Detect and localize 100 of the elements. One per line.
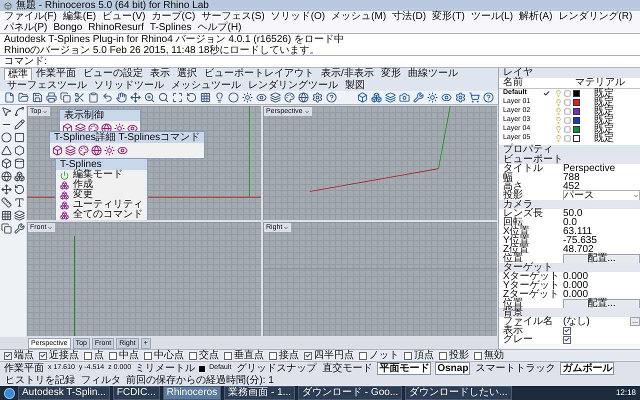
osnap-label[interactable]: 無効	[484, 350, 504, 361]
toolbar-tab[interactable]: 変形	[378, 68, 404, 80]
status-toggle[interactable]: 平面モード	[377, 362, 432, 375]
menu-item[interactable]: ツール(L)	[470, 11, 514, 22]
settings-icon[interactable]	[455, 92, 466, 103]
toolbar-tab[interactable]: 表示	[147, 68, 173, 80]
status-toggle[interactable]: 直交モード	[321, 363, 374, 374]
place-button[interactable]: 配置...	[563, 298, 640, 308]
panel-menu-item[interactable]: ユーティリティ	[73, 200, 143, 210]
maximize-icon[interactable]	[172, 92, 183, 103]
layers-icon[interactable]	[14, 210, 25, 221]
projection-dropdown[interactable]: パース	[563, 190, 640, 201]
menu-item[interactable]: T-Splines	[150, 22, 192, 33]
panel-tab[interactable]: レイヤ	[499, 68, 640, 78]
layer-color-swatch[interactable]	[573, 108, 580, 115]
tool-icon[interactable]	[75, 123, 86, 134]
grid-icon[interactable]	[200, 92, 211, 103]
folder-icon[interactable]	[18, 92, 29, 103]
rotate-icon[interactable]	[14, 184, 25, 195]
toolbar-tab[interactable]: ソリッドツール	[91, 80, 167, 91]
panel-menu-item[interactable]: 全てのコマンド	[73, 210, 143, 220]
menu-item[interactable]: 寸法(D)	[392, 11, 426, 22]
cube-icon[interactable]	[357, 92, 368, 103]
menu-item[interactable]: サーフェス(S)	[201, 11, 265, 22]
osnap-label[interactable]: 近接点	[49, 350, 79, 361]
place-button[interactable]: 配置...	[563, 254, 640, 264]
grid-icon[interactable]	[1, 210, 12, 221]
lightbulb-icon[interactable]	[214, 92, 225, 103]
sun-icon[interactable]	[242, 92, 253, 103]
sun-icon[interactable]	[427, 92, 438, 103]
eye-icon[interactable]	[256, 92, 267, 103]
cart-icon[interactable]	[469, 92, 480, 103]
status-toggle[interactable]: グリッドスナップ	[235, 363, 318, 374]
checkbox[interactable]	[563, 326, 571, 334]
toolbar-tab[interactable]: ビューの設定	[80, 68, 146, 80]
palette-icon[interactable]	[284, 92, 295, 103]
tool-icon[interactable]	[91, 145, 102, 156]
osnap-label[interactable]: 中心点	[154, 350, 184, 361]
osnap-label[interactable]: ノット	[369, 350, 399, 361]
osnap-label[interactable]: 四半円点	[314, 350, 354, 361]
osnap-label[interactable]: 投影	[449, 350, 469, 361]
tool-icon[interactable]	[65, 145, 76, 156]
checkbox[interactable]	[39, 352, 47, 360]
toolbar-tab[interactable]: 製図	[342, 80, 368, 91]
property-value[interactable]: 788	[563, 172, 580, 182]
cube-icon[interactable]	[1, 158, 12, 169]
checkbox[interactable]	[404, 352, 412, 360]
osnap-label[interactable]: 頂点	[414, 350, 434, 361]
checkbox[interactable]	[474, 352, 482, 360]
menu-item[interactable]: ファイル(F)	[4, 11, 57, 22]
menu-item[interactable]: 編集(E)	[62, 11, 96, 22]
property-value[interactable]: 0.0	[563, 218, 577, 228]
checkbox[interactable]	[84, 352, 92, 360]
search-icon[interactable]	[158, 92, 169, 103]
toolbar-tab[interactable]: サーフェスツール	[4, 80, 90, 91]
checkbox[interactable]	[359, 352, 367, 360]
circle-icon[interactable]	[228, 92, 239, 103]
toolbar-tab[interactable]: レンダリングツール	[245, 80, 341, 91]
curve-icon[interactable]	[14, 106, 25, 117]
toolbar-tab[interactable]: 標準	[4, 68, 32, 80]
checkbox[interactable]	[269, 352, 277, 360]
move-icon[interactable]	[1, 184, 12, 195]
menu-item[interactable]: ヘルプ(H)	[198, 22, 242, 33]
menu-item[interactable]: Bongo	[53, 22, 82, 33]
menu-item[interactable]: カーブ(C)	[151, 11, 196, 22]
property-value[interactable]: (なし)	[563, 316, 590, 326]
checkbox[interactable]	[189, 352, 197, 360]
start-button[interactable]	[4, 388, 15, 398]
checkbox[interactable]	[224, 352, 232, 360]
globe-icon[interactable]	[298, 92, 309, 103]
help-icon[interactable]	[326, 92, 337, 103]
rectangle-icon[interactable]	[14, 132, 25, 143]
sphere-icon[interactable]	[1, 171, 12, 182]
pencil-icon[interactable]	[14, 119, 25, 130]
clipboard-icon[interactable]	[88, 92, 99, 103]
osnap-label[interactable]: 点	[94, 350, 104, 361]
tool-icon[interactable]	[104, 145, 115, 156]
checkbox[interactable]	[144, 352, 152, 360]
checkbox[interactable]	[439, 352, 447, 360]
property-value[interactable]: 50.0	[563, 208, 582, 218]
menu-item[interactable]: RhinoResurf	[88, 22, 144, 33]
layer-color-swatch[interactable]	[573, 90, 580, 97]
taskbar-item[interactable]: Rhinoceros	[162, 386, 222, 400]
menu-item[interactable]: 変形(T)	[432, 11, 465, 22]
new-file-icon[interactable]	[4, 92, 15, 103]
triangle-icon[interactable]	[1, 145, 12, 156]
tool-icon[interactable]	[78, 145, 89, 156]
cut-icon[interactable]	[74, 92, 85, 103]
osnap-label[interactable]: 中点	[119, 350, 139, 361]
property-value[interactable]: 63.111	[563, 226, 592, 236]
checkbox[interactable]	[304, 352, 312, 360]
panel-menu-item[interactable]: 作成	[73, 180, 93, 190]
layer-color-swatch[interactable]	[573, 126, 580, 133]
layers-icon[interactable]	[385, 92, 396, 103]
cubes-icon[interactable]	[14, 171, 25, 182]
zoom-in-icon[interactable]	[144, 92, 155, 103]
wrench-icon[interactable]	[413, 92, 424, 103]
eye-icon[interactable]	[441, 92, 452, 103]
checkbox[interactable]	[109, 352, 117, 360]
property-value[interactable]: Perspective	[563, 164, 616, 174]
